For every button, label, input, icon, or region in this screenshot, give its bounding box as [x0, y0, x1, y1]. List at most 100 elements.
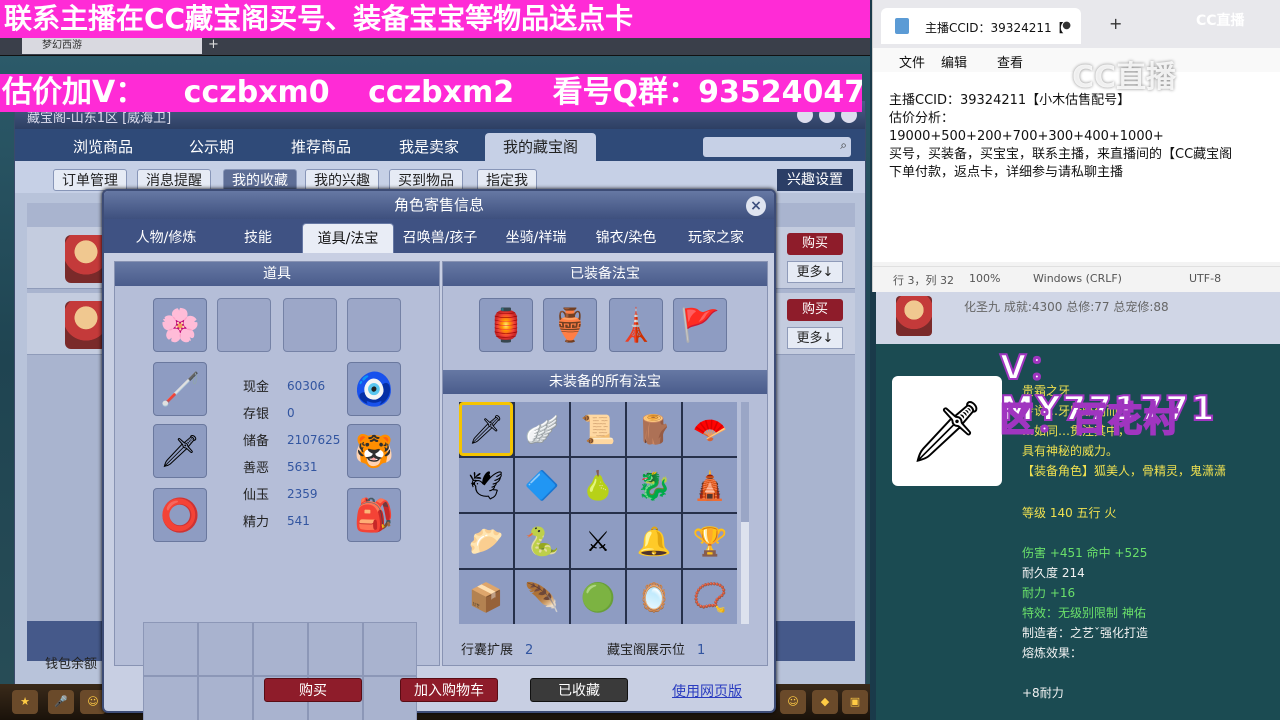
- item-slot-empty[interactable]: [347, 298, 401, 352]
- item-slot-empty[interactable]: [217, 298, 271, 352]
- subnav-orders[interactable]: 订单管理: [53, 169, 127, 191]
- fabao-item[interactable]: 🐉: [627, 458, 681, 512]
- nav-browse[interactable]: 浏览商品: [55, 133, 151, 161]
- bag-cell[interactable]: [198, 676, 253, 720]
- menu-view[interactable]: 查看: [997, 52, 1023, 71]
- mic-icon[interactable]: 🎤: [48, 690, 74, 714]
- bag-cell[interactable]: [143, 676, 198, 720]
- bag-cell[interactable]: [198, 622, 253, 676]
- bag-expand: 行囊扩展 2: [461, 639, 533, 658]
- item-slot[interactable]: 🦯: [153, 362, 207, 416]
- search-input[interactable]: ⌕: [703, 137, 851, 157]
- tab-home[interactable]: 玩家之家: [672, 223, 760, 253]
- taskbar-icon[interactable]: ☺: [780, 690, 806, 714]
- menu-edit[interactable]: 编辑: [941, 52, 967, 71]
- item-forge: 熔炼效果：: [1022, 646, 1083, 660]
- favorited-button[interactable]: 已收藏: [530, 678, 628, 702]
- taskbar-icon[interactable]: ★: [12, 690, 38, 714]
- fabao-item[interactable]: 🟢: [571, 570, 625, 624]
- taskbar-icon[interactable]: ◆: [812, 690, 838, 714]
- fabao-item[interactable]: 🪵: [627, 402, 681, 456]
- nav-public[interactable]: 公示期: [171, 133, 252, 161]
- nav-seller[interactable]: 我是卖家: [381, 133, 477, 161]
- notepad-tab-title: 主播CCID：39324211【: [925, 21, 1064, 35]
- fabao-item[interactable]: ⚔: [571, 514, 625, 568]
- bag-cell[interactable]: [143, 622, 198, 676]
- fabao-item-selected[interactable]: 🗡: [459, 402, 513, 456]
- promo-banner-contact: 估价加V： cczbxm0 cczbxm2 看号Q群：935240479: [0, 74, 862, 112]
- subnav-bought[interactable]: 买到物品: [389, 169, 463, 191]
- encoding[interactable]: UTF-8: [1189, 272, 1221, 285]
- fabao-item[interactable]: 🏆: [683, 514, 737, 568]
- taskbar-icon[interactable]: ▣: [842, 690, 868, 714]
- item-slot-empty[interactable]: [283, 298, 337, 352]
- tab-pets[interactable]: 召唤兽/孩子: [394, 223, 486, 253]
- fabao-item[interactable]: 🕊: [459, 458, 513, 512]
- buy-button[interactable]: 购买: [787, 233, 843, 255]
- fabao-item[interactable]: 🔷: [515, 458, 569, 512]
- fabao-item[interactable]: 📿: [683, 570, 737, 624]
- add-to-cart-button[interactable]: 加入购物车: [400, 678, 498, 702]
- fabao-item[interactable]: 🔔: [627, 514, 681, 568]
- notepad-text-area[interactable]: 主播CCID：39324211【小木估售配号】 估价分析： 19000+500+…: [873, 72, 1280, 262]
- item-slot[interactable]: ⭕: [153, 488, 207, 542]
- tab-character[interactable]: 人物/修炼: [122, 223, 210, 253]
- fabao-item[interactable]: 🪶: [515, 570, 569, 624]
- tab-skills[interactable]: 技能: [224, 223, 292, 253]
- buy-button[interactable]: 购买: [787, 299, 843, 321]
- item-slot[interactable]: 🌸: [153, 298, 207, 352]
- subnav-designated[interactable]: 指定我: [477, 169, 537, 191]
- game-tab[interactable]: 梦幻西游: [22, 38, 202, 54]
- stat-value: 0: [287, 405, 295, 420]
- character-summary-text: 化圣九 成就:4300 总修:77 总宠修:88: [964, 300, 1169, 314]
- buy-button[interactable]: 购买: [264, 678, 362, 702]
- nav-recommend[interactable]: 推荐商品: [273, 133, 369, 161]
- tab-items[interactable]: 道具/法宝: [302, 223, 394, 253]
- role-sale-dialog: 角色寄售信息 × 人物/修炼 技能 道具/法宝 召唤兽/孩子 坐骑/祥瑞 锦衣/…: [102, 189, 776, 720]
- fabao-item[interactable]: 🪭: [683, 402, 737, 456]
- scrollbar-thumb[interactable]: [741, 402, 749, 522]
- fabao-item[interactable]: 🪽: [515, 402, 569, 456]
- bag-cell[interactable]: [363, 622, 417, 676]
- new-tab-icon[interactable]: +: [208, 37, 219, 52]
- qq-number: 935240479: [698, 75, 862, 110]
- search-icon[interactable]: ⌕: [840, 138, 847, 153]
- scrollbar[interactable]: [741, 402, 749, 624]
- fabao-slot[interactable]: 🚩: [673, 298, 727, 352]
- notepad-tab[interactable]: 主播CCID：39324211【 ●: [881, 8, 1081, 44]
- fabao-slot[interactable]: 🗼: [609, 298, 663, 352]
- menu-file[interactable]: 文件: [899, 52, 925, 71]
- subnav-favorites[interactable]: 我的收藏: [223, 169, 297, 191]
- fabao-item[interactable]: 🛕: [683, 458, 737, 512]
- bag-cell[interactable]: [253, 622, 308, 676]
- web-version-link[interactable]: 使用网页版: [672, 681, 742, 701]
- fabao-item[interactable]: 🪞: [627, 570, 681, 624]
- subnav-interests[interactable]: 我的兴趣: [305, 169, 379, 191]
- fabao-item[interactable]: 📦: [459, 570, 513, 624]
- unsaved-dot-icon[interactable]: ●: [1062, 20, 1071, 31]
- fabao-slot[interactable]: 🏮: [479, 298, 533, 352]
- interest-settings-button[interactable]: 兴趣设置: [777, 169, 853, 191]
- close-icon[interactable]: ×: [746, 196, 766, 216]
- more-button[interactable]: 更多↓: [787, 261, 843, 283]
- item-durability: 耐久度 214: [1022, 566, 1085, 580]
- stat-value: 60306: [287, 378, 326, 393]
- subnav-messages[interactable]: 消息提醒: [137, 169, 211, 191]
- zoom-level[interactable]: 100%: [969, 272, 1000, 285]
- new-tab-icon[interactable]: +: [1109, 14, 1122, 33]
- fabao-item[interactable]: 📜: [571, 402, 625, 456]
- wechat-id-1: cczbxm0: [183, 75, 330, 110]
- items-panel: 道具 🌸 🦯 🗡 ⭕ 🧿 🐯 🎒 现金 60306 存银 0 储备 2107625 善…: [114, 261, 440, 720]
- bag-cell[interactable]: [308, 622, 363, 676]
- tab-outfits[interactable]: 锦衣/染色: [582, 223, 670, 253]
- tab-mounts[interactable]: 坐骑/祥瑞: [492, 223, 580, 253]
- nav-my-cbg[interactable]: 我的藏宝阁: [485, 133, 597, 161]
- more-button[interactable]: 更多↓: [787, 327, 843, 349]
- line-ending[interactable]: Windows (CRLF): [1033, 272, 1122, 285]
- item-slot[interactable]: 🗡: [153, 424, 207, 478]
- fabao-item[interactable]: 🍐: [571, 458, 625, 512]
- fabao-item[interactable]: 🥟: [459, 514, 513, 568]
- fabao-item[interactable]: 🐍: [515, 514, 569, 568]
- vase-icon: 🏺: [550, 306, 590, 344]
- fabao-slot[interactable]: 🏺: [543, 298, 597, 352]
